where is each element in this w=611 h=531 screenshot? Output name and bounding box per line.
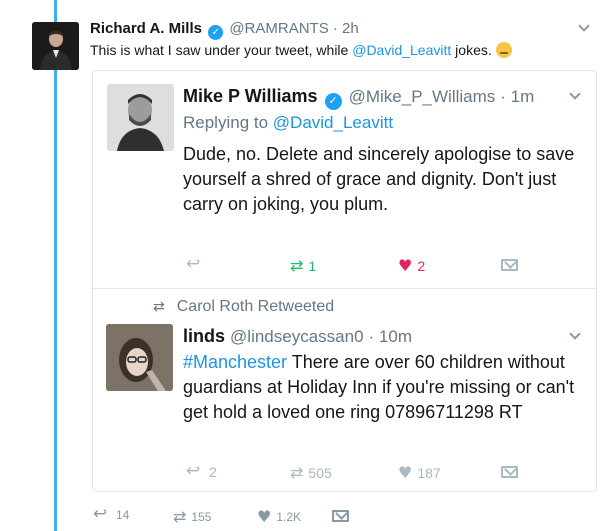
avatar-richard[interactable] [32,22,79,70]
chevron-down-icon[interactable] [578,20,590,32]
tweet-text-part: jokes. [451,42,492,58]
quoted-author-handle[interactable]: @Mike_P_Williams [349,87,496,106]
replying-label: Replying to [183,113,273,132]
quoted-tweet-text: Dude, no. Delete and sincerely apologise… [183,144,575,214]
retweet-button[interactable]: ⇄ 505 [290,463,332,482]
reply-icon [186,254,204,274]
verified-icon: ✓ [208,25,224,40]
author-handle[interactable]: @RAMRANTS [229,20,328,37]
heart-icon: ♥ [398,256,413,275]
reply-button[interactable] [186,254,204,274]
envelope-icon [501,259,518,271]
reply-button[interactable]: 14 [93,504,130,524]
retweet-icon: ⇄ [290,256,304,275]
avatar-mike[interactable] [107,84,174,151]
quoted-author-name[interactable]: Mike P Williams [183,86,318,106]
card-divider [92,288,597,289]
like-count: 1.2K [276,509,302,524]
tweet-time[interactable]: · 2h [333,20,359,37]
quoted-time[interactable]: · 1m [500,87,534,106]
hashtag-link[interactable]: #Manchester [183,352,287,372]
retweet-icon: ⇄ [290,463,304,482]
avatar-linds[interactable] [106,324,173,391]
mention-link[interactable]: @David_Leavitt [352,42,451,58]
direct-message-button[interactable] [332,510,349,522]
retweet-text: #Manchester There are over 60 children w… [183,350,583,425]
retweet-button[interactable]: ⇄ 155 [173,507,211,526]
retweet-button[interactable]: ⇄ 1 [290,256,316,275]
reply-count: 14 [116,508,130,522]
direct-message-button[interactable] [501,466,518,478]
reply-count: 2 [209,464,217,480]
reply-button[interactable]: 2 [186,461,217,481]
retweet-count: 505 [308,464,332,481]
retweet-icon: ⇄ [173,507,187,526]
like-count: 187 [417,464,441,481]
envelope-icon [501,466,518,478]
retweeted-by-label[interactable]: Carol Roth Retweeted [177,298,334,315]
retweeted-by: ⇄ Carol Roth Retweeted [153,298,334,316]
replying-to-link[interactable]: @David_Leavitt [273,113,393,132]
reply-icon [93,504,111,524]
like-button[interactable]: ♥ 2 [398,256,425,275]
retweet-author-handle[interactable]: @lindseycassan0 [230,327,364,346]
heart-icon: ♥ [398,463,413,482]
author-name[interactable]: Richard A. Mills [90,20,202,37]
like-count: 2 [417,257,426,274]
reply-icon [186,461,204,481]
retweet-author-name[interactable]: linds [183,326,225,346]
retweet-count: 155 [191,509,212,524]
direct-message-button[interactable] [501,259,518,271]
heart-icon: ♥ [257,507,272,526]
replying-to: Replying to @David_Leavitt [183,113,393,133]
retweet-time[interactable]: · 10m [369,327,412,346]
verified-icon: ✓ [324,93,342,110]
tweet-text: This is what I saw under your tweet, whi… [90,42,512,58]
tweet-text-part: This is what I saw under your tweet, whi… [90,42,353,58]
like-button[interactable]: ♥ 1.2K [257,507,301,526]
like-button[interactable]: ♥ 187 [398,463,441,482]
thread-line [54,0,57,531]
retweet-icon: ⇄ [153,299,165,315]
quoted-header: Mike P Williams ✓ @Mike_P_Williams · 1m [183,86,534,110]
sweat-emoji-icon [495,42,512,58]
retweet-count: 1 [308,257,317,274]
envelope-icon [332,510,349,522]
retweet-header: linds @lindseycassan0 · 10m [183,326,412,347]
tweet-header: Richard A. Mills ✓ @RAMRANTS · 2h [90,20,359,40]
